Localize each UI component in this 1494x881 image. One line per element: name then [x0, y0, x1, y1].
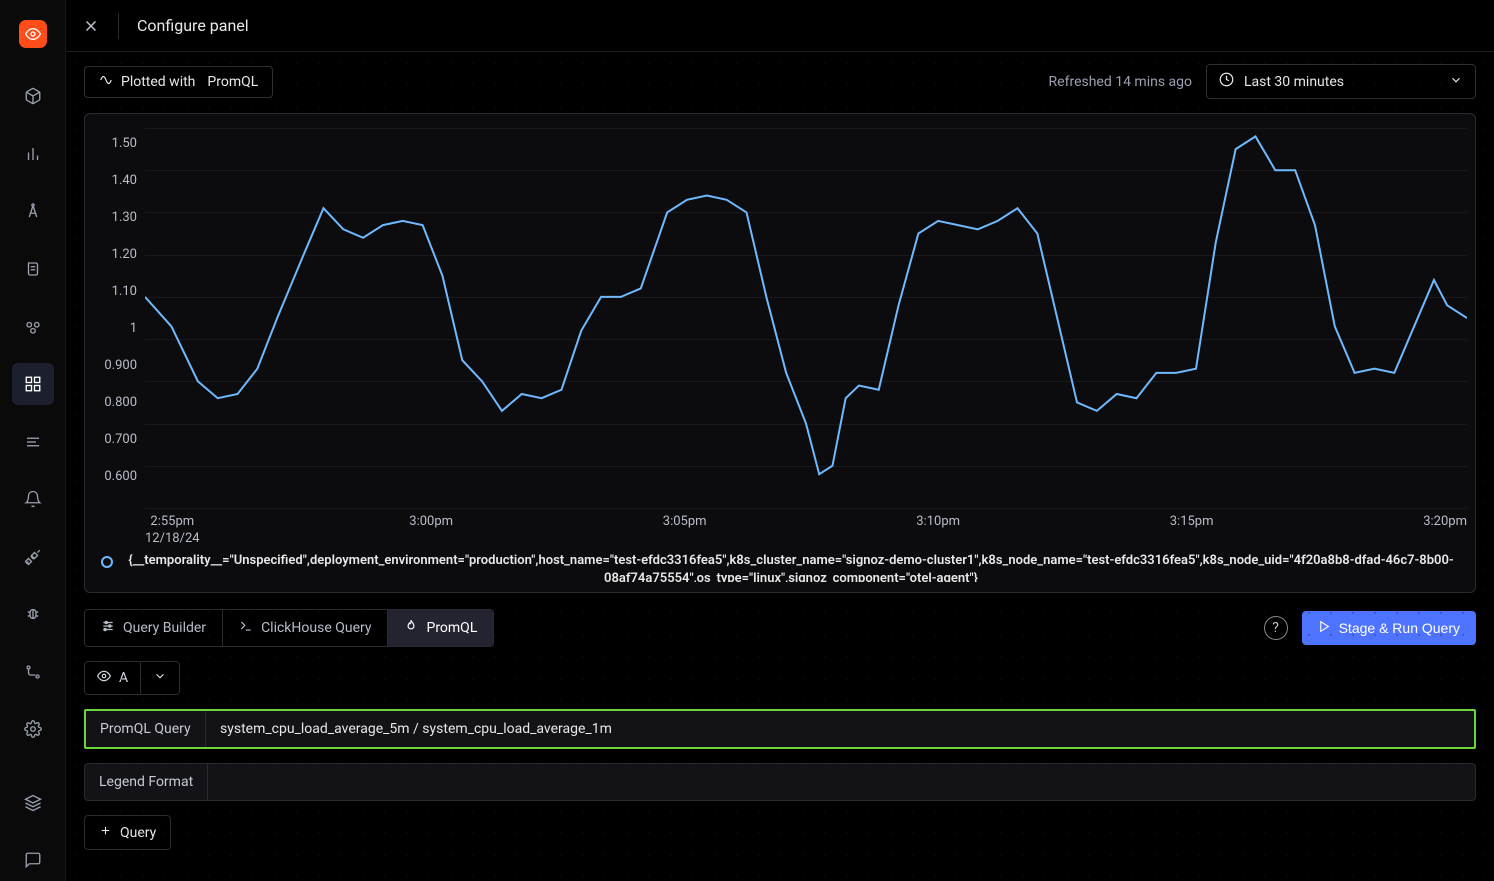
chevron-down-icon — [1449, 73, 1463, 91]
fire-icon — [404, 619, 418, 637]
legend-format-label: Legend Format — [85, 764, 208, 800]
query-letter: A — [119, 670, 128, 686]
nav-route-icon[interactable] — [12, 651, 54, 693]
nav-bars-icon[interactable] — [12, 133, 54, 175]
eye-icon — [97, 669, 111, 687]
legend-text: {__temporality__="Unspecified",deploymen… — [123, 552, 1459, 582]
plus-icon — [99, 824, 112, 841]
help-icon[interactable]: ? — [1264, 616, 1288, 640]
promql-input[interactable] — [206, 711, 1474, 747]
legend-format-input[interactable] — [208, 764, 1475, 800]
sliders-icon — [101, 619, 115, 637]
x-axis: 2:55pm12/18/243:00pm3:05pm3:10pm3:15pm3:… — [93, 508, 1467, 546]
refreshed-text: Refreshed 14 mins ago — [1049, 74, 1192, 90]
add-query-button[interactable]: Query — [84, 815, 171, 850]
query-tabs: Query Builder ClickHouse Query PromQL — [84, 609, 494, 647]
terminal-icon — [239, 619, 253, 637]
legend-marker — [101, 556, 113, 568]
clock-icon — [1219, 72, 1234, 91]
line-chart — [145, 128, 1467, 508]
y-axis: 1.501.401.301.201.1010.9000.8000.7000.60… — [93, 128, 145, 508]
nav-plug-icon[interactable] — [12, 536, 54, 578]
chart-panel: 1.501.401.301.201.1010.9000.8000.7000.60… — [84, 113, 1476, 593]
app-logo[interactable] — [19, 20, 47, 48]
query-visibility-toggle[interactable]: A — [85, 662, 141, 694]
nav-cube-icon[interactable] — [12, 76, 54, 118]
topbar: Configure panel — [66, 0, 1494, 52]
nav-dashboards-icon[interactable] — [12, 363, 54, 405]
nav-bell-icon[interactable] — [12, 478, 54, 520]
chevron-down-icon — [153, 669, 167, 687]
query-collapse-toggle[interactable] — [141, 662, 179, 694]
tab-promql[interactable]: PromQL — [388, 610, 493, 646]
legend-format-row: Legend Format — [84, 763, 1476, 801]
nav-layers-icon[interactable] — [12, 782, 54, 824]
nav-compass-icon[interactable] — [12, 191, 54, 233]
play-icon — [1318, 620, 1331, 636]
promql-query-row: PromQL Query — [84, 709, 1476, 749]
stage-run-button[interactable]: Stage & Run Query — [1302, 611, 1476, 645]
close-icon[interactable] — [82, 17, 100, 35]
tab-clickhouse[interactable]: ClickHouse Query — [223, 610, 388, 646]
wave-icon — [99, 73, 113, 91]
nav-scroll-icon[interactable] — [12, 248, 54, 290]
nav-cluster-icon[interactable] — [12, 306, 54, 348]
nav-chat-icon[interactable] — [12, 839, 54, 881]
nav-bug-icon[interactable] — [12, 593, 54, 635]
time-range-select[interactable]: Last 30 minutes — [1206, 64, 1476, 99]
nav-list-icon[interactable] — [12, 421, 54, 463]
sidebar — [0, 0, 66, 881]
query-header: A — [84, 661, 180, 695]
chart-legend: {__temporality__="Unspecified",deploymen… — [93, 546, 1467, 582]
tab-query-builder[interactable]: Query Builder — [85, 610, 223, 646]
time-range-label: Last 30 minutes — [1244, 74, 1344, 90]
plotted-chip[interactable]: Plotted with PromQL — [84, 66, 273, 98]
nav-gear-icon[interactable] — [12, 708, 54, 750]
promql-label: PromQL Query — [86, 711, 206, 747]
page-title: Configure panel — [137, 16, 249, 35]
